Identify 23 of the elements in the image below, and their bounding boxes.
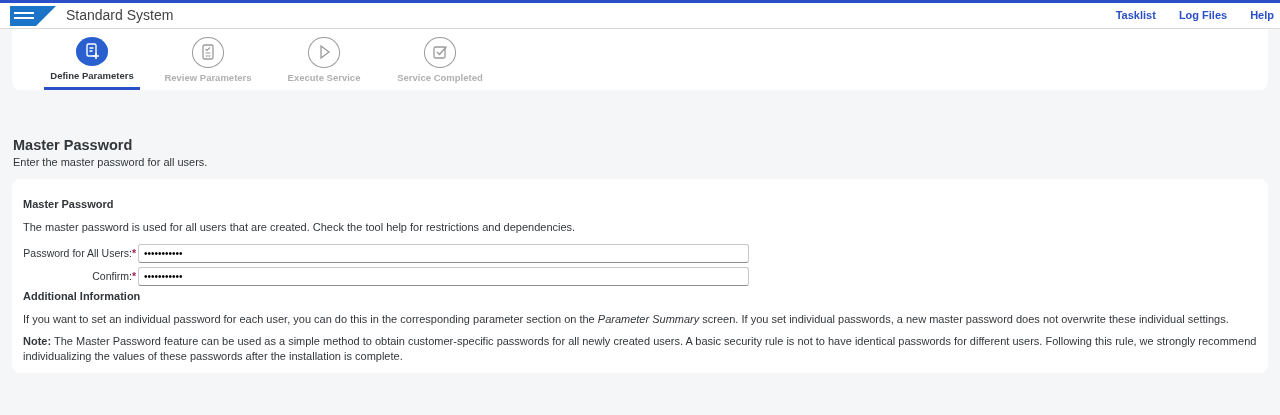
section-title: Additional Information: [23, 288, 142, 304]
field-label: Confirm:*: [91, 270, 137, 283]
header-link[interactable]: Help: [1250, 8, 1274, 23]
section-title: Master Password: [23, 197, 115, 212]
step-button[interactable]: [76, 37, 108, 66]
section-description: The master password is used for all users that are created. Check the tool help for restrictions and dependencies.: [23, 220, 577, 235]
field-label: Password for All Users:*: [23, 247, 137, 260]
app-title: Standard System: [66, 6, 174, 25]
info-paragraph: Note: The Master Password feature can be used as a simple method to obtain customer-specific passwords for all newly created users. A basic security rule is not to have identical passwords for different users. Following this rule, we strongly recommend individualizing the values of these passwords after the installation is complete.: [23, 334, 1257, 363]
step-button[interactable]: [192, 37, 224, 68]
page-subtitle: Enter the master password for all users.: [13, 154, 209, 170]
header-link[interactable]: Log Files: [1178, 8, 1228, 23]
step-label[interactable]: Define Parameters: [44, 69, 140, 90]
password-field[interactable]: •••••••••••: [138, 243, 749, 263]
info-paragraph: If you want to set an individual password for each user, you can do this in the corresponding parameter section on the Parameter Summary screen. If you set individual passwords, a new master password does not overwrite these individual settings.: [23, 312, 1230, 327]
step-button[interactable]: [424, 37, 456, 68]
step-button[interactable]: [308, 37, 340, 68]
required-mark: *: [131, 247, 136, 260]
required-mark: *: [131, 270, 136, 283]
header-link[interactable]: Tasklist: [1115, 8, 1156, 23]
page-title: Master Password: [13, 136, 134, 155]
logo-icon: [10, 5, 56, 26]
password-field[interactable]: •••••••••••: [138, 266, 749, 286]
